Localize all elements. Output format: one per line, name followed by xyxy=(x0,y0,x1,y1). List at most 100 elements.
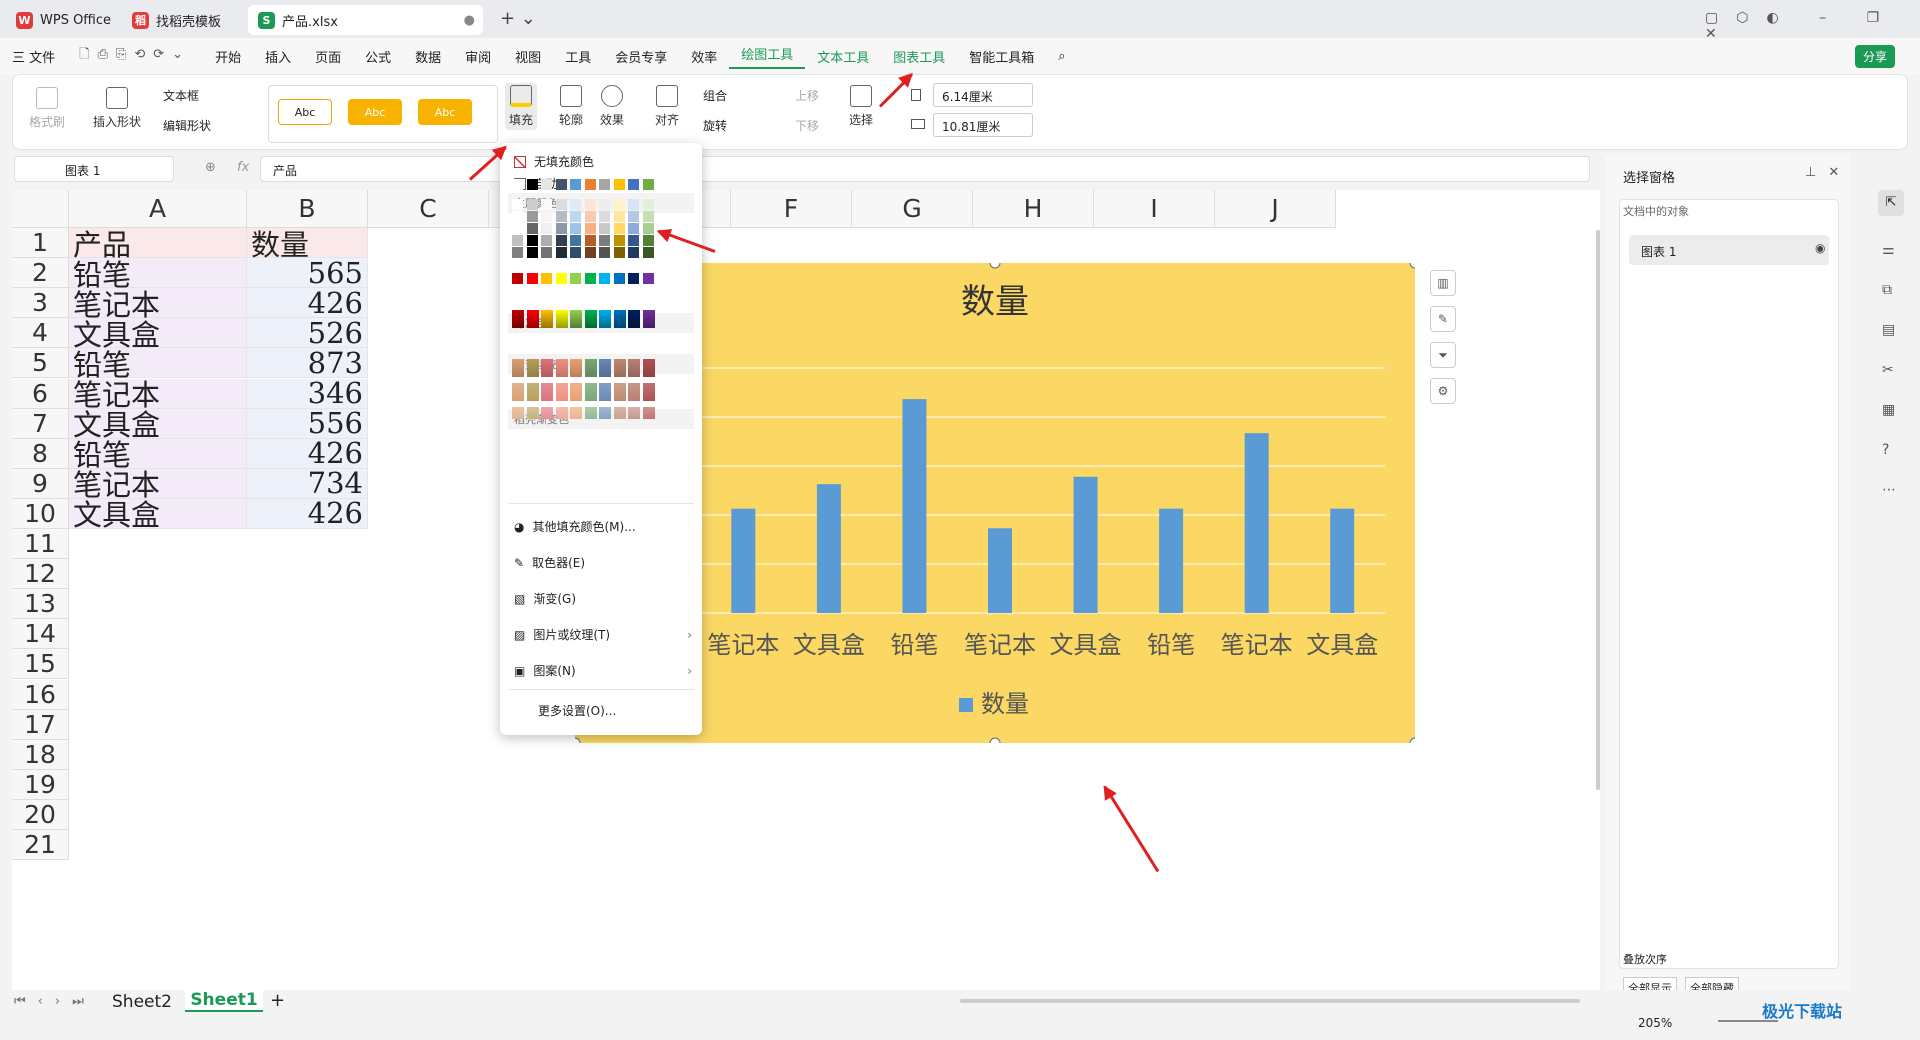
menu-drawing-tools[interactable]: 绘图工具 xyxy=(729,44,806,69)
text-box-button[interactable]: 文本框 xyxy=(163,87,199,104)
row-header[interactable]: 6 xyxy=(12,378,69,409)
theme-color-swatch[interactable] xyxy=(526,199,538,210)
theme-color-swatch[interactable] xyxy=(628,199,639,210)
theme-color-swatch[interactable] xyxy=(642,235,654,246)
gradient-swatch[interactable] xyxy=(642,310,655,328)
row-header[interactable]: 21 xyxy=(12,830,69,861)
theme-color-swatch[interactable] xyxy=(613,199,625,210)
rotate-button[interactable]: 旋转 xyxy=(703,117,727,134)
theme-color-swatch[interactable] xyxy=(628,235,639,246)
theme-color-swatch[interactable] xyxy=(613,223,625,234)
row-header[interactable]: 17 xyxy=(12,709,69,740)
daoke-gradient-swatch[interactable] xyxy=(613,407,626,419)
row-header[interactable]: 9 xyxy=(12,468,69,499)
style-fill[interactable]: Abc xyxy=(348,99,402,125)
theme-color-swatch[interactable] xyxy=(555,247,567,258)
theme-color-swatch[interactable] xyxy=(555,199,567,210)
row-header[interactable]: 15 xyxy=(12,649,69,680)
theme-color-swatch[interactable] xyxy=(584,223,596,234)
menu-chart-tools[interactable]: 图表工具 xyxy=(881,47,957,66)
file-menu[interactable]: 三 文件 xyxy=(0,47,67,66)
new-tab-icon[interactable]: + ⌄ xyxy=(500,8,536,29)
daoke-gradient-swatch[interactable] xyxy=(526,383,539,401)
daoke-gradient-swatch[interactable] xyxy=(512,383,524,401)
gradient-swatch[interactable] xyxy=(613,310,626,328)
theme-color-swatch[interactable] xyxy=(526,247,538,258)
daoke-gradient-swatch[interactable] xyxy=(570,359,582,377)
theme-color-swatch[interactable] xyxy=(512,211,523,222)
menu-efficiency[interactable]: 效率 xyxy=(679,47,729,66)
theme-color-swatch[interactable] xyxy=(512,179,523,190)
daoke-gradient-swatch[interactable] xyxy=(613,359,626,377)
theme-color-swatch[interactable] xyxy=(642,223,654,234)
standard-color-swatch[interactable] xyxy=(628,273,639,284)
row-header[interactable]: 4 xyxy=(12,318,69,349)
daoke-gradient-swatch[interactable] xyxy=(541,383,553,401)
theme-color-swatch[interactable] xyxy=(526,223,538,234)
daoke-gradient-swatch[interactable] xyxy=(584,407,597,419)
daoke-gradient-swatch[interactable] xyxy=(570,383,582,401)
gradient-swatch[interactable] xyxy=(555,310,568,328)
cell-quantity[interactable]: 426 xyxy=(247,496,368,530)
theme-color-swatch[interactable] xyxy=(613,235,625,246)
menu-home[interactable]: 开始 xyxy=(203,47,253,66)
no-fill-option[interactable]: 无填充颜色 xyxy=(514,153,594,170)
theme-color-swatch[interactable] xyxy=(628,211,639,222)
daoke-gradient-swatch[interactable] xyxy=(628,359,640,377)
sheet-tab-sheet2[interactable]: Sheet2 xyxy=(112,992,172,1012)
more-settings-option[interactable]: 更多设置(O)... xyxy=(538,702,616,719)
formula-input[interactable]: 产品 xyxy=(260,156,1590,182)
cell-quantity[interactable]: 526 xyxy=(247,316,368,350)
menu-smart-toolbox[interactable]: 智能工具箱 xyxy=(957,47,1046,66)
theme-color-swatch[interactable] xyxy=(599,179,610,190)
standard-color-swatch[interactable] xyxy=(584,273,596,284)
daoke-gradient-swatch[interactable] xyxy=(526,359,539,377)
daoke-gradient-swatch[interactable] xyxy=(642,383,655,401)
chart-elements-icon[interactable]: ▥ xyxy=(1430,270,1456,296)
row-header[interactable]: 20 xyxy=(12,799,69,830)
row-header[interactable]: 5 xyxy=(12,348,69,379)
column-header[interactable]: F xyxy=(731,190,852,228)
theme-color-swatch[interactable] xyxy=(584,199,596,210)
select-button[interactable]: 选择 xyxy=(849,85,873,128)
theme-color-swatch[interactable] xyxy=(628,223,639,234)
daoke-gradient-swatch[interactable] xyxy=(555,359,568,377)
edit-shape-button[interactable]: 编辑形状 xyxy=(163,117,211,134)
theme-color-swatch[interactable] xyxy=(526,235,538,246)
theme-color-swatch[interactable] xyxy=(613,247,625,258)
theme-color-swatch[interactable] xyxy=(541,211,552,222)
theme-color-swatch[interactable] xyxy=(584,235,596,246)
theme-color-swatch[interactable] xyxy=(570,247,581,258)
tab-wps-office[interactable]: W WPS Office xyxy=(6,5,116,35)
horizontal-scrollbar[interactable] xyxy=(960,999,1580,1003)
theme-color-swatch[interactable] xyxy=(613,211,625,222)
theme-color-swatch[interactable] xyxy=(541,235,552,246)
insert-shape-button[interactable]: 插入形状 xyxy=(93,87,141,130)
column-header[interactable]: H xyxy=(973,190,1094,228)
theme-color-swatch[interactable] xyxy=(599,235,610,246)
bring-up-button[interactable]: 上移 xyxy=(795,87,819,104)
group-button[interactable]: 组合 xyxy=(703,87,727,104)
standard-color-swatch[interactable] xyxy=(555,273,567,284)
sidebar-tool-icons[interactable]: ⚌ ⧉ ▤ ✂ ▦? ⋯ xyxy=(1882,230,1920,510)
more-fill-colors-option[interactable]: ◕ 其他填充颜色(M)... xyxy=(514,518,636,535)
chart-filter-icon[interactable]: ⏷ xyxy=(1430,342,1456,368)
row-header[interactable]: 7 xyxy=(12,408,69,439)
cell-quantity[interactable]: 426 xyxy=(247,286,368,320)
select-all-corner[interactable] xyxy=(12,190,69,228)
theme-color-swatch[interactable] xyxy=(541,247,552,258)
standard-color-swatch[interactable] xyxy=(541,273,552,284)
style-outline[interactable]: Abc xyxy=(278,99,332,125)
theme-color-swatch[interactable] xyxy=(584,247,596,258)
daoke-gradient-swatch[interactable] xyxy=(642,407,655,419)
theme-color-swatch[interactable] xyxy=(512,235,523,246)
row-header[interactable]: 8 xyxy=(12,438,69,469)
cell-quantity[interactable]: 565 xyxy=(247,256,368,290)
share-button[interactable]: 分享 xyxy=(1855,45,1896,68)
zoom-level[interactable]: 205% xyxy=(1638,1016,1672,1030)
theme-color-swatch[interactable] xyxy=(526,179,538,190)
theme-color-swatch[interactable] xyxy=(512,199,523,210)
outline-button[interactable]: 轮廓 xyxy=(559,85,583,128)
picture-texture-option[interactable]: ▨ 图片或纹理(T) › xyxy=(514,626,692,643)
daoke-gradient-swatch[interactable] xyxy=(613,383,626,401)
